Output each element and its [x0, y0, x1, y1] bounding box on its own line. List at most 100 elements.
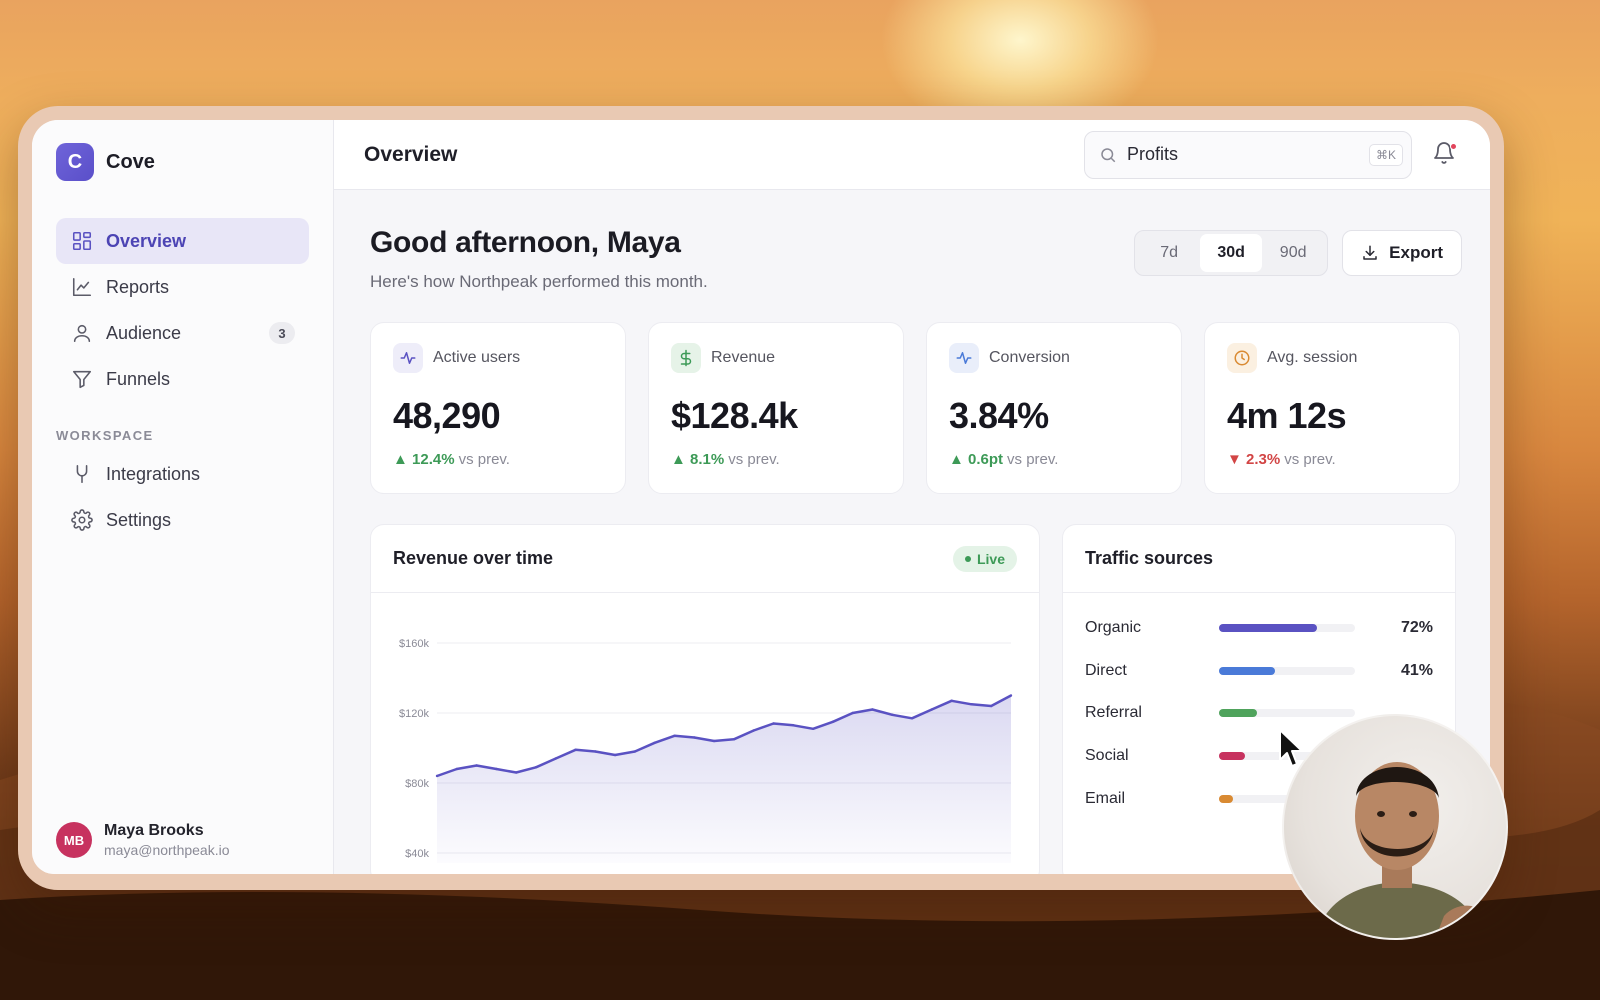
- stat-value: $128.4k: [671, 395, 798, 436]
- sidebar-item-funnels[interactable]: Funnels: [56, 356, 309, 402]
- sidebar-item-overview[interactable]: Overview: [56, 218, 309, 264]
- revenue-point: [613, 753, 617, 757]
- export-label: Export: [1389, 243, 1443, 262]
- revenue-point: [712, 739, 716, 743]
- traffic-bar-fill: [1219, 624, 1317, 633]
- sidebar-item-settings[interactable]: Settings: [56, 497, 309, 543]
- sidebar-item-audience[interactable]: Audience 3: [56, 310, 309, 356]
- stat-value: 48,290: [393, 395, 501, 436]
- line-chart-icon: [70, 275, 94, 299]
- revenue-point: [594, 750, 597, 753]
- stat-card-conversion[interactable]: Conversion 3.84% ▲ 0.6pt vs prev.: [926, 322, 1182, 494]
- stat-card-active-users[interactable]: Active users 48,290 ▲ 12.4% vs prev.: [370, 322, 626, 494]
- revenue-point: [752, 729, 755, 732]
- sidebar-item-label: Settings: [106, 509, 172, 530]
- stat-suffix: vs prev.: [1284, 451, 1336, 468]
- stat-label: Conversion: [989, 349, 1070, 366]
- stat-change: 8.1%: [690, 451, 725, 468]
- revenue-point: [1009, 694, 1013, 697]
- sidebar-item-reports[interactable]: Reports: [56, 264, 309, 310]
- down-arrow-icon: ▼: [1227, 451, 1242, 468]
- search-box[interactable]: ⌘K: [1084, 130, 1412, 179]
- range-90d-button[interactable]: 90d: [1262, 234, 1324, 272]
- traffic-panel-title: Traffic sources: [1085, 548, 1214, 568]
- live-label: Live: [976, 550, 1005, 567]
- notifications-button[interactable]: [1432, 141, 1460, 169]
- sidebar-item-integrations[interactable]: Integrations: [56, 451, 309, 497]
- stat-suffix: vs prev.: [1007, 451, 1059, 468]
- sidebar-item-label: Audience: [106, 322, 182, 343]
- revenue-point: [435, 774, 439, 778]
- traffic-source-name: Referral: [1085, 704, 1142, 722]
- fork-icon: [70, 462, 94, 486]
- stat-change: 2.3%: [1246, 451, 1281, 468]
- live-dot: [964, 555, 971, 562]
- dollar-icon: [671, 343, 701, 373]
- revenue-point: [554, 757, 557, 760]
- workspace-section-label: WORKSPACE: [56, 428, 154, 443]
- y-tick-label: $120k: [399, 708, 429, 720]
- greeting-heading: Good afternoon, Maya: [370, 226, 681, 259]
- brand-logo: C: [56, 143, 94, 181]
- revenue-point: [910, 717, 914, 720]
- revenue-panel: Revenue over time Live $160k $120k $80k $40…: [370, 524, 1040, 874]
- range-7d-button[interactable]: 7d: [1138, 234, 1200, 272]
- grid-icon: [70, 229, 94, 253]
- traffic-source-name: Direct: [1085, 661, 1127, 679]
- search-input[interactable]: [1127, 144, 1359, 165]
- stat-value: 4m 12s: [1227, 395, 1347, 436]
- clock-icon: [1227, 343, 1257, 373]
- header-controls: 7d 30d 90d Export: [1134, 230, 1462, 276]
- revenue-point: [673, 734, 676, 737]
- greeting-row: Good afternoon, Maya Here's how Northpea…: [370, 226, 1462, 292]
- stat-suffix: vs prev.: [728, 451, 780, 468]
- gear-icon: [70, 508, 94, 532]
- revenue-point: [732, 738, 736, 741]
- traffic-row-organic[interactable]: Organic 72%: [1085, 607, 1433, 650]
- stat-delta: ▼ 2.3% vs prev.: [1227, 451, 1437, 468]
- brand[interactable]: C Cove: [56, 142, 309, 182]
- traffic-source-name: Social: [1085, 747, 1129, 765]
- stat-card-revenue[interactable]: Revenue $128.4k ▲ 8.1% vs prev.: [648, 322, 904, 494]
- sidebar: C Cove Overview Reports Audience 3 Funne…: [32, 120, 334, 874]
- traffic-bar-fill: [1219, 709, 1258, 718]
- traffic-source-name: Organic: [1085, 619, 1142, 637]
- revenue-point: [990, 704, 993, 708]
- revenue-point: [871, 708, 874, 711]
- revenue-point: [950, 699, 953, 702]
- user-profile[interactable]: MB Maya Brooks maya@northpeak.io: [56, 822, 230, 858]
- revenue-area: [437, 695, 1011, 863]
- brand-name: Cove: [106, 150, 155, 173]
- range-30d-button[interactable]: 30d: [1200, 234, 1263, 272]
- stat-suffix: vs prev.: [458, 451, 510, 468]
- revenue-point: [475, 764, 478, 767]
- revenue-point: [633, 750, 637, 753]
- sidebar-item-label: Overview: [106, 230, 187, 251]
- revenue-point: [831, 720, 835, 723]
- activity-icon: [949, 343, 979, 373]
- stat-cards: Active users 48,290 ▲ 12.4%vs prev. Rev: [370, 322, 1462, 494]
- app-frame: C Cove Overview Reports Audience 3 Funne…: [32, 120, 1490, 874]
- revenue-point: [455, 767, 458, 771]
- sidebar-item-label: Reports: [106, 276, 170, 297]
- stat-delta: ▲ 8.1% vs prev.: [671, 451, 881, 468]
- up-arrow-icon: ▲: [671, 451, 686, 468]
- sidebar-item-label: Integrations: [106, 463, 201, 484]
- revenue-point: [891, 713, 894, 716]
- revenue-point: [653, 741, 656, 744]
- stat-label: Revenue: [711, 349, 776, 366]
- traffic-row-direct[interactable]: Direct 41%: [1085, 650, 1433, 693]
- stat-card-avg-session[interactable]: Avg. session 4m 12s ▼ 2.3% vs prev.: [1204, 322, 1460, 494]
- activity-icon: [393, 343, 423, 373]
- y-tick-label: $80k: [405, 778, 429, 790]
- up-arrow-icon: ▲: [949, 451, 964, 468]
- revenue-point: [811, 727, 815, 730]
- revenue-point: [970, 703, 973, 706]
- greeting-subtitle: Here's how Northpeak performed this mont…: [370, 272, 708, 291]
- user-icon: [70, 321, 94, 345]
- traffic-percent: 72%: [1400, 619, 1433, 637]
- stat-label: Active users: [433, 349, 521, 366]
- revenue-chart: $160k $120k $80k $40k: [371, 593, 1039, 868]
- avatar: MB: [56, 822, 92, 858]
- export-button[interactable]: Export: [1342, 230, 1462, 276]
